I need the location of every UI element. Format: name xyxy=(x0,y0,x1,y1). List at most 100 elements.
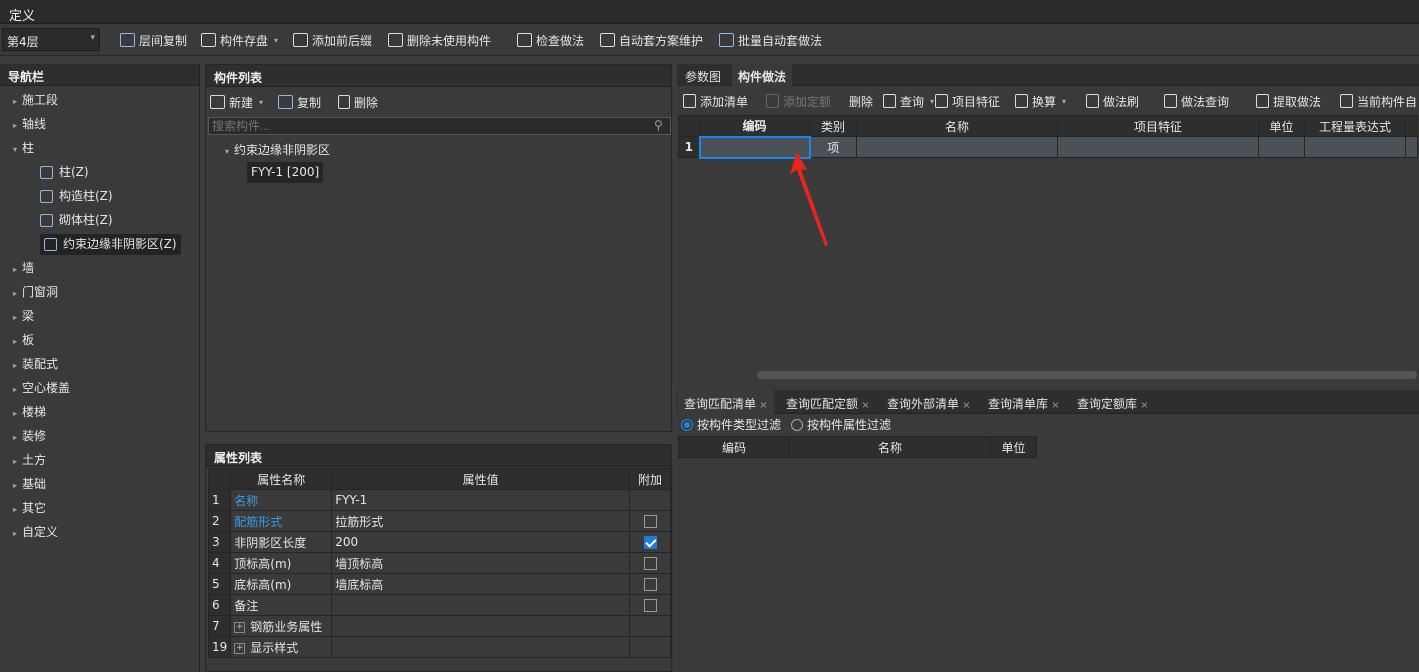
delete-button[interactable]: 删除 xyxy=(338,91,378,113)
query-tab[interactable]: 查询匹配清单 × xyxy=(678,390,774,414)
sidebar-item[interactable]: ▸ 基础 xyxy=(8,472,46,496)
attr-value-cell[interactable] xyxy=(331,615,631,637)
attr-value-cell[interactable]: FYY-1 xyxy=(331,489,631,511)
tab-parameter-diagram[interactable]: 参数图 xyxy=(679,64,728,86)
method-tool-button[interactable]: 当前构件自 xyxy=(1340,90,1417,112)
sidebar-item[interactable]: 柱(Z) xyxy=(40,160,89,184)
close-icon[interactable]: × xyxy=(1137,400,1148,411)
table-row[interactable]: 6 备注 xyxy=(207,594,671,616)
sidebar-item[interactable]: ▸ 其它 xyxy=(8,496,46,520)
filter-by-attr-label: 按构件属性过滤 xyxy=(807,418,892,432)
component-item-fyy1[interactable]: FYY-1 [200] xyxy=(247,162,324,183)
sidebar-item[interactable]: 约束边缘非阴影区(Z) xyxy=(40,234,181,255)
query-tab[interactable]: 查询匹配定额 × xyxy=(780,390,876,414)
attr-value-cell[interactable]: 拉筋形式 xyxy=(331,510,631,532)
filter-by-type-radio[interactable]: 按构件类型过滤 xyxy=(681,416,781,433)
method-tool-button[interactable]: 添加清单 xyxy=(683,90,748,112)
new-label: 新建 xyxy=(229,95,254,110)
attr-name-cell: + 显示样式 xyxy=(230,636,333,658)
new-button[interactable]: 新建 ▾ xyxy=(210,91,263,113)
sidebar-item[interactable]: 构造柱(Z) xyxy=(40,184,113,208)
expand-plus-icon[interactable]: + xyxy=(234,642,246,654)
query-tab[interactable]: 查询清单库 × xyxy=(982,390,1066,414)
collapsed-triangle-icon: ▸ xyxy=(12,385,17,394)
expression-cell[interactable] xyxy=(1304,136,1406,158)
sidebar-item[interactable]: ▾ 柱 xyxy=(8,136,34,160)
save-component-button[interactable]: 构件存盘 ▾ xyxy=(201,29,278,51)
query-tab-label: 查询清单库 xyxy=(988,397,1049,411)
copy-between-floors-button[interactable]: 层间复制 xyxy=(120,29,187,51)
query-tab[interactable]: 查询定额库 × xyxy=(1071,390,1155,414)
table-row[interactable]: 19 + 显示样式 xyxy=(207,636,671,658)
method-tool-label: 项目特征 xyxy=(952,94,1001,109)
checkbox[interactable] xyxy=(643,599,657,612)
method-tool-button[interactable]: 添加定额 xyxy=(766,90,831,112)
sidebar-item[interactable]: 砌体柱(Z) xyxy=(40,208,113,232)
copy-button[interactable]: 复制 xyxy=(278,91,321,113)
collapsed-triangle-icon: ▸ xyxy=(12,289,17,298)
close-icon[interactable]: × xyxy=(756,400,767,411)
name-cell[interactable] xyxy=(856,136,1058,158)
sidebar-item[interactable]: ▸ 楼梯 xyxy=(8,400,46,424)
table-row[interactable]: 2 配筋形式 拉筋形式 xyxy=(207,510,671,532)
close-icon[interactable]: × xyxy=(959,400,970,411)
horizontal-scrollbar[interactable] xyxy=(757,371,1417,379)
sidebar-item[interactable]: ▸ 门窗洞 xyxy=(8,280,58,304)
feature-cell[interactable] xyxy=(1057,136,1259,158)
check-method-button[interactable]: 检查做法 xyxy=(517,29,584,51)
checkbox[interactable] xyxy=(643,557,657,570)
unit-cell[interactable] xyxy=(1258,136,1305,158)
table-row[interactable]: 7 + 钢筋业务属性 xyxy=(207,615,671,637)
tree-group[interactable]: ▾ 约束边缘非阴影区 xyxy=(220,141,330,158)
batch-auto-button[interactable]: 批量自动套做法 xyxy=(719,29,822,51)
method-tool-button[interactable]: 提取做法 xyxy=(1256,90,1321,112)
floor-select[interactable]: 第4层 ▾ xyxy=(2,28,100,51)
attr-header-extra: 附加 xyxy=(629,468,671,490)
attr-value-cell[interactable]: 墙顶标高 xyxy=(331,552,631,574)
sidebar-item[interactable]: ▸ 装配式 xyxy=(8,352,58,376)
attr-value-cell[interactable] xyxy=(331,594,631,616)
delete-unused-label: 删除未使用构件 xyxy=(407,33,492,48)
sidebar-item[interactable]: ▸ 梁 xyxy=(8,304,34,328)
sidebar-item[interactable]: ▸ 装修 xyxy=(8,424,46,448)
filter-by-attr-radio[interactable]: 按构件属性过滤 xyxy=(791,416,891,433)
method-tool-button[interactable]: 做法查询 xyxy=(1164,90,1229,112)
search-input[interactable] xyxy=(208,117,671,135)
attr-value-cell[interactable]: 墙底标高 xyxy=(331,573,631,595)
method-tool-button[interactable]: 删除 xyxy=(849,90,873,112)
attr-value-cell[interactable] xyxy=(331,636,631,658)
method-tool-button[interactable]: 项目特征 xyxy=(935,90,1000,112)
checkbox[interactable] xyxy=(643,536,657,549)
checkbox[interactable] xyxy=(643,515,657,528)
table-row[interactable]: 3 非阴影区长度 200 xyxy=(207,531,671,553)
sidebar-item[interactable]: ▸ 自定义 xyxy=(8,520,58,544)
collapsed-triangle-icon: ▸ xyxy=(12,97,17,106)
sidebar-item-label: 门窗洞 xyxy=(22,285,59,299)
table-row[interactable]: 1 名称 FYY-1 xyxy=(207,489,671,511)
sidebar-item[interactable]: ▸ 土方 xyxy=(8,448,46,472)
sidebar-item-label: 施工段 xyxy=(22,93,59,107)
extra-cell[interactable] xyxy=(1405,136,1418,158)
attr-value-cell[interactable]: 200 xyxy=(331,531,631,553)
sidebar-item-label: 板 xyxy=(22,333,35,347)
expand-plus-icon[interactable]: + xyxy=(234,621,246,633)
method-tool-button[interactable]: 做法刷 xyxy=(1086,90,1139,112)
delete-unused-button[interactable]: 删除未使用构件 xyxy=(388,29,491,51)
auto-scheme-button[interactable]: 自动套方案维护 xyxy=(600,29,703,51)
sidebar-item[interactable]: ▸ 板 xyxy=(8,328,34,352)
query-tab[interactable]: 查询外部清单 × xyxy=(881,390,977,414)
table-row[interactable]: 4 顶标高(m) 墙顶标高 xyxy=(207,552,671,574)
sidebar-item[interactable]: ▸ 空心楼盖 xyxy=(8,376,70,400)
checkbox[interactable] xyxy=(643,578,657,591)
table-row[interactable]: 5 底标高(m) 墙底标高 xyxy=(207,573,671,595)
add-prefix-suffix-button[interactable]: 添加前后缀 xyxy=(293,29,372,51)
close-icon[interactable]: × xyxy=(858,400,869,411)
sidebar-item[interactable]: ▸ 轴线 xyxy=(8,112,46,136)
sidebar-item[interactable]: ▸ 墙 xyxy=(8,256,34,280)
method-header-code: 编码 xyxy=(699,115,810,137)
method-tool-button[interactable]: 查询 ▾ xyxy=(883,90,934,112)
tab-component-method[interactable]: 构件做法 xyxy=(732,64,793,86)
close-icon[interactable]: × xyxy=(1048,400,1059,411)
method-tool-button[interactable]: 换算 ▾ xyxy=(1015,90,1066,112)
sidebar-item[interactable]: ▸ 施工段 xyxy=(8,88,58,112)
